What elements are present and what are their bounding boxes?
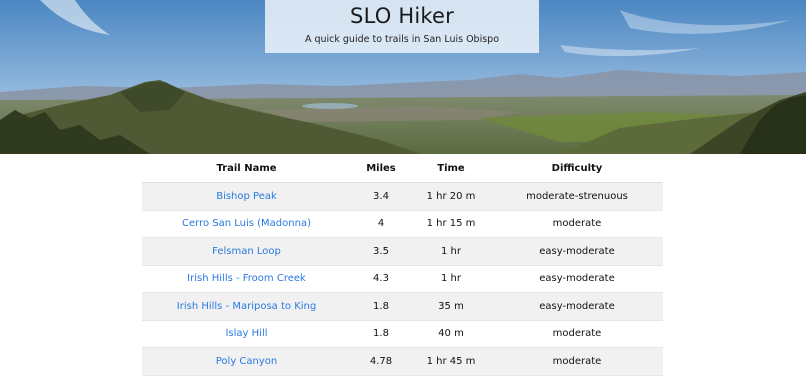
trail-name-cell: Bishop Peak xyxy=(142,182,351,211)
title-box: SLO Hiker A quick guide to trails in San… xyxy=(265,0,539,53)
table-row: Islay Hill 1.8 40 m moderate xyxy=(142,320,663,348)
time-cell: 1 hr xyxy=(411,237,491,266)
table-row: Bishop Peak 3.4 1 hr 20 m moderate-stren… xyxy=(142,182,663,211)
miles-cell: 1.8 xyxy=(351,320,411,348)
time-cell: 1 hr 15 m xyxy=(411,210,491,238)
trail-link[interactable]: Poly Canyon xyxy=(216,356,278,367)
trail-name-cell: Irish Hills - Mariposa to King xyxy=(142,292,351,321)
column-header-miles: Miles xyxy=(351,154,411,183)
trails-table: Trail Name Miles Time Difficulty Bishop … xyxy=(142,154,663,376)
trail-link[interactable]: Cerro San Luis (Madonna) xyxy=(182,218,311,229)
trail-link[interactable]: Bishop Peak xyxy=(216,191,277,202)
miles-cell: 3.5 xyxy=(351,237,411,266)
time-cell: 1 hr 45 m xyxy=(411,347,491,376)
trail-name-cell: Islay Hill xyxy=(142,320,351,348)
difficulty-cell: moderate xyxy=(491,320,663,348)
time-cell: 1 hr xyxy=(411,265,491,293)
table-row: Irish Hills - Froom Creek 4.3 1 hr easy-… xyxy=(142,265,663,293)
miles-cell: 3.4 xyxy=(351,182,411,211)
miles-cell: 1.8 xyxy=(351,292,411,321)
trail-link[interactable]: Irish Hills - Froom Creek xyxy=(187,273,306,284)
table-row: Poly Canyon 4.78 1 hr 45 m moderate xyxy=(142,347,663,376)
table-row: Irish Hills - Mariposa to King 1.8 35 m … xyxy=(142,292,663,321)
miles-cell: 4.3 xyxy=(351,265,411,293)
difficulty-cell: easy-moderate xyxy=(491,265,663,293)
miles-cell: 4 xyxy=(351,210,411,238)
page-subtitle: A quick guide to trails in San Luis Obis… xyxy=(304,34,500,45)
trail-link[interactable]: Felsman Loop xyxy=(212,246,281,257)
trail-name-cell: Irish Hills - Froom Creek xyxy=(142,265,351,293)
difficulty-cell: moderate xyxy=(491,210,663,238)
table-row: Cerro San Luis (Madonna) 4 1 hr 15 m mod… xyxy=(142,210,663,238)
table-row: Felsman Loop 3.5 1 hr easy-moderate xyxy=(142,237,663,266)
trail-link[interactable]: Irish Hills - Mariposa to King xyxy=(177,301,316,312)
trail-name-cell: Cerro San Luis (Madonna) xyxy=(142,210,351,238)
miles-cell: 4.78 xyxy=(351,347,411,376)
column-header-difficulty: Difficulty xyxy=(491,154,663,183)
trail-name-cell: Felsman Loop xyxy=(142,237,351,266)
time-cell: 35 m xyxy=(411,292,491,321)
trail-link[interactable]: Islay Hill xyxy=(225,328,267,339)
time-cell: 40 m xyxy=(411,320,491,348)
difficulty-cell: easy-moderate xyxy=(491,237,663,266)
trail-name-cell: Poly Canyon xyxy=(142,347,351,376)
time-cell: 1 hr 20 m xyxy=(411,182,491,211)
column-header-time: Time xyxy=(411,154,491,183)
column-header-trail-name: Trail Name xyxy=(142,154,351,183)
page-title: SLO Hiker xyxy=(350,4,454,28)
difficulty-cell: easy-moderate xyxy=(491,292,663,321)
difficulty-cell: moderate xyxy=(491,347,663,376)
hero-banner: SLO Hiker A quick guide to trails in San… xyxy=(0,0,806,154)
difficulty-cell: moderate-strenuous xyxy=(491,182,663,211)
table-header-row: Trail Name Miles Time Difficulty xyxy=(142,154,663,183)
